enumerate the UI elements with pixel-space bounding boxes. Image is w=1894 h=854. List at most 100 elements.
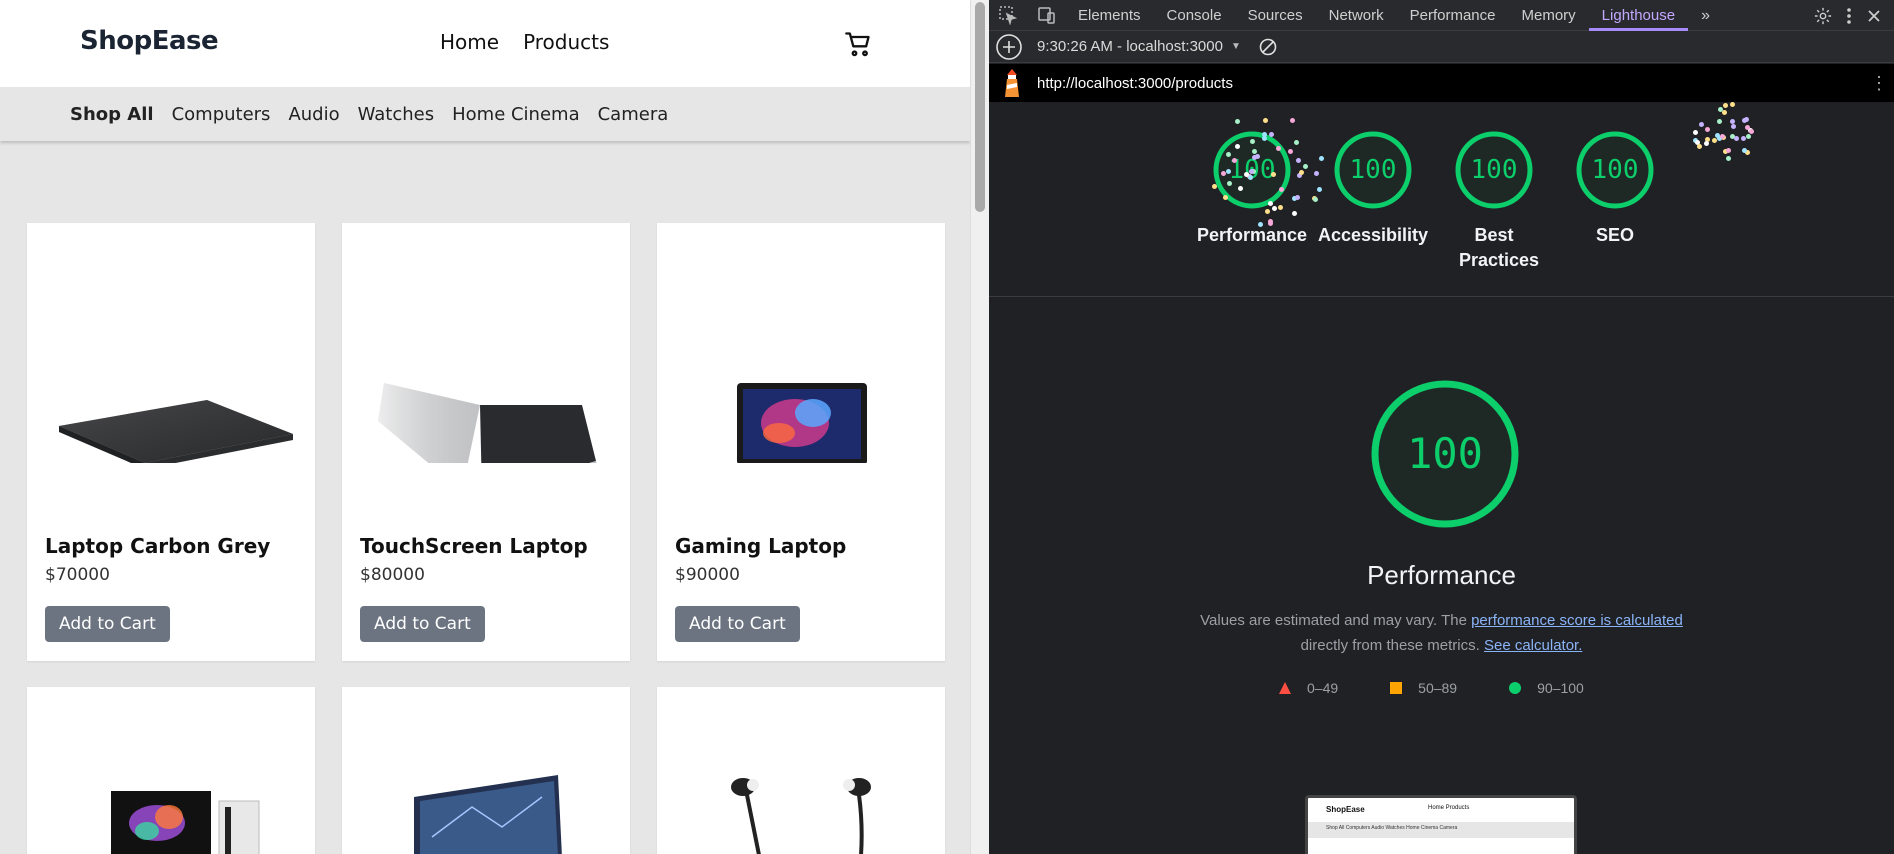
scrollbar-thumb[interactable]: [975, 2, 985, 212]
confetti-dot: [1295, 158, 1301, 164]
confetti-dot: [1723, 103, 1729, 109]
product-card: [27, 687, 315, 854]
confetti-dot: [1705, 127, 1711, 133]
more-tabs-icon[interactable]: »: [1688, 0, 1723, 31]
confetti-dot: [1692, 130, 1698, 136]
fail-triangle-icon: [1279, 682, 1291, 694]
average-square-icon: [1390, 682, 1403, 694]
seo-label: SEO: [1595, 225, 1634, 245]
tab-lighthouse[interactable]: Lighthouse: [1588, 0, 1689, 31]
add-to-cart-button[interactable]: Add to Cart: [45, 606, 170, 642]
confetti-dot: [1698, 121, 1704, 127]
new-report-plus-icon[interactable]: [995, 33, 1023, 61]
category-camera[interactable]: Camera: [598, 104, 669, 125]
tab-console[interactable]: Console: [1154, 0, 1235, 31]
close-devtools-icon[interactable]: [1866, 8, 1882, 24]
tab-sources[interactable]: Sources: [1235, 0, 1316, 31]
device-toolbar-icon[interactable]: [1035, 5, 1057, 25]
confetti-dot: [1703, 140, 1709, 146]
product-name[interactable]: TouchScreen Laptop: [360, 534, 588, 558]
best-practices-gauge[interactable]: 100: [1452, 128, 1536, 212]
seo-gauge[interactable]: 100: [1573, 128, 1657, 212]
page-scrollbar[interactable]: [970, 0, 989, 854]
confetti-dot: [1223, 194, 1229, 200]
nav-products-link[interactable]: Products: [523, 30, 609, 54]
clear-reports-icon[interactable]: [1259, 38, 1277, 56]
confetti-dot: [1734, 136, 1740, 142]
monitor-image[interactable]: [412, 767, 562, 854]
confetti-dot: [1225, 169, 1231, 175]
gaming-laptop-image[interactable]: [657, 283, 945, 463]
seo-score: 100: [1591, 155, 1639, 185]
confetti-dot: [1220, 170, 1226, 176]
dropdown-caret-icon[interactable]: ▼: [1231, 41, 1241, 52]
report-url[interactable]: http://localhost:3000/products: [1037, 75, 1233, 92]
page-screenshot-thumbnail[interactable]: ShopEase Home Products Shop All Computer…: [1305, 795, 1577, 854]
tab-elements[interactable]: Elements: [1065, 0, 1154, 31]
report-selector[interactable]: 9:30:26 AM - localhost:3000: [1037, 38, 1223, 55]
confetti-dot: [1261, 132, 1267, 138]
category-home-cinema[interactable]: Home Cinema: [452, 104, 580, 125]
product-card: Laptop Carbon Grey $70000 Add to Cart: [27, 223, 315, 661]
category-watches[interactable]: Watches: [358, 104, 435, 125]
earphones-image[interactable]: [723, 775, 883, 854]
category-audio[interactable]: Audio: [288, 104, 339, 125]
thumbnail-categories: Shop All Computers Audio Watches Home Ci…: [1326, 825, 1458, 831]
thumbnail-nav: Home Products: [1428, 805, 1470, 811]
report-url-bar: http://localhost:3000/products ⋮: [989, 64, 1894, 102]
see-calculator-link[interactable]: See calculator.: [1484, 637, 1582, 654]
product-price: $70000: [45, 565, 110, 585]
performance-big-gauge[interactable]: 100: [1369, 378, 1521, 530]
tab-memory[interactable]: Memory: [1509, 0, 1589, 31]
product-card: TouchScreen Laptop $80000 Add to Cart: [342, 223, 630, 661]
confetti-dot: [1318, 156, 1324, 162]
desc-text-2: directly from these metrics.: [1300, 637, 1480, 654]
legend-fail: 0–49: [1279, 680, 1338, 696]
tab-performance[interactable]: Performance: [1397, 0, 1509, 31]
confetti-dot: [1730, 102, 1736, 108]
confetti-dot: [1235, 119, 1241, 125]
category-computers[interactable]: Computers: [172, 104, 271, 125]
url-more-icon[interactable]: ⋮: [1870, 73, 1888, 94]
tab-network[interactable]: Network: [1316, 0, 1397, 31]
brand-logo[interactable]: ShopEase: [80, 26, 219, 56]
add-to-cart-button[interactable]: Add to Cart: [360, 606, 485, 642]
accessibility-score: 100: [1349, 155, 1397, 185]
more-options-icon[interactable]: [1846, 7, 1852, 25]
desktop-pc-image[interactable]: [107, 787, 267, 854]
nav-home-link[interactable]: Home: [440, 30, 499, 54]
confetti-dot: [1249, 139, 1255, 145]
confetti-dot: [1257, 221, 1263, 227]
category-shop-all[interactable]: Shop All: [70, 104, 154, 125]
laptop-carbon-grey-image[interactable]: [27, 283, 315, 463]
performance-big-score: 100: [1407, 429, 1483, 478]
lighthouse-logo-icon: [1005, 69, 1019, 97]
legend-pass: 90–100: [1509, 680, 1584, 696]
product-card: [657, 687, 945, 854]
confetti-dot: [1302, 164, 1308, 170]
product-name[interactable]: Laptop Carbon Grey: [45, 534, 270, 558]
product-name[interactable]: Gaming Laptop: [675, 534, 846, 558]
confetti-dot: [1275, 145, 1281, 151]
desc-text-1: Values are estimated and may vary. The: [1200, 612, 1472, 629]
confetti-dot: [1268, 131, 1274, 137]
confetti-dot: [1726, 148, 1732, 154]
add-to-cart-button[interactable]: Add to Cart: [675, 606, 800, 642]
product-price: $80000: [360, 565, 425, 585]
confetti-dot: [1729, 118, 1735, 124]
confetti-dot: [1227, 180, 1233, 186]
accessibility-gauge[interactable]: 100: [1331, 128, 1415, 212]
cart-icon[interactable]: [844, 30, 872, 58]
confetti-dot: [1211, 183, 1217, 189]
confetti-dot: [1696, 144, 1702, 150]
settings-gear-icon[interactable]: [1814, 7, 1832, 25]
website-viewport: ShopEase Home Products Shop All Computer…: [0, 0, 970, 854]
lighthouse-toolbar: 9:30:26 AM - localhost:3000 ▼: [989, 31, 1894, 63]
touchscreen-laptop-image[interactable]: [342, 283, 630, 463]
product-card: [342, 687, 630, 854]
confetti-dot: [1271, 205, 1277, 211]
inspect-element-icon[interactable]: [997, 5, 1019, 25]
score-calculated-link[interactable]: performance score is calculated: [1471, 612, 1683, 629]
top-nav: Home Products: [440, 30, 609, 54]
confetti-dot: [1712, 138, 1718, 144]
